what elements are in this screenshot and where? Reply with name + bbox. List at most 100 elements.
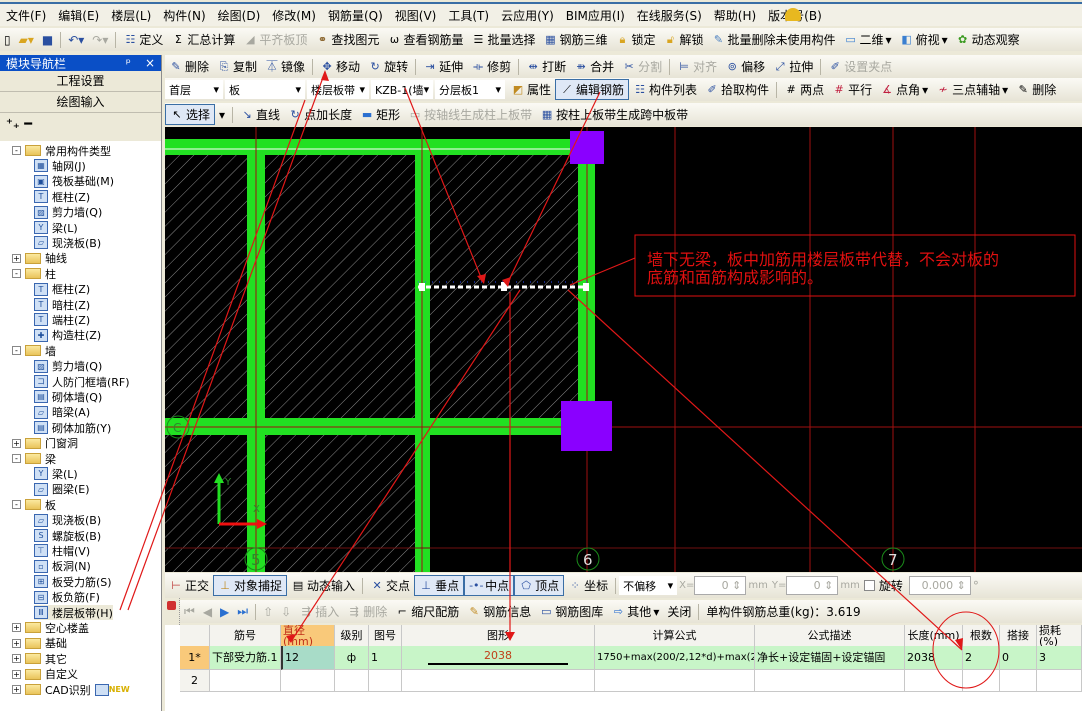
select-button[interactable]: ↖ 选择 — [165, 104, 216, 125]
expand-icon[interactable]: + — [12, 438, 21, 448]
gen-column-strip-button[interactable]: ▭ 按轴线生成柱上板带 — [404, 104, 536, 125]
tree-item[interactable]: ▣ 筏板基础(M) — [34, 174, 114, 189]
dynamic-input-toggle[interactable]: ▤ 动态输入 — [287, 575, 359, 596]
tree-item[interactable]: Y 梁(L) — [34, 220, 78, 235]
find-button[interactable]: ⚭ 查找图元 — [311, 29, 383, 50]
view-rebar-button[interactable]: ω 查看钢筋量 — [383, 29, 467, 50]
column-header[interactable] — [180, 625, 210, 647]
tree-item[interactable]: T 框柱(Z) — [34, 189, 90, 204]
table-cell[interactable]: 2 — [180, 670, 210, 692]
batch-select-button[interactable]: ☰ 批量选择 — [467, 29, 539, 50]
tree-item[interactable]: -板 — [12, 497, 56, 512]
column-header[interactable]: 筋号 — [210, 625, 281, 647]
table-cell[interactable]: 净长+设定锚固+设定锚固 — [755, 646, 905, 670]
flat-top-button[interactable]: ◢ 平齐板顶 — [239, 29, 311, 50]
line-button[interactable]: ↘ 直线 — [236, 104, 284, 125]
tree-item[interactable]: ▨ 剪力墙(Q) — [34, 359, 102, 374]
align-button[interactable]: ⊨ 对齐 — [673, 56, 721, 77]
dynamic-view-button[interactable]: ✿ 动态观察 — [952, 29, 1024, 50]
close-button[interactable]: 关闭 — [663, 601, 695, 622]
tree-item[interactable]: + 基础 — [12, 636, 67, 651]
tree-item[interactable]: ▱ 现浇板(B) — [34, 235, 101, 250]
expand-icon[interactable]: + — [12, 685, 21, 694]
tree-item[interactable]: S 螺旋板(B) — [34, 528, 101, 543]
tree-item[interactable]: コ人防门框墙(RF) — [34, 374, 130, 389]
rotate-button[interactable]: ↻ 旋转 — [364, 56, 412, 77]
collapse-icon[interactable]: - — [12, 500, 21, 510]
vertex-snap[interactable]: ⬠ 顶点 — [514, 575, 565, 596]
view-2d-dropdown[interactable]: ▭ 二维 ▾ — [840, 29, 896, 50]
component-select[interactable]: KZB-1(墙 ▾ — [371, 80, 433, 99]
delete-button[interactable]: ✎ 删除 — [165, 56, 213, 77]
helper-avatar-icon[interactable] — [785, 8, 801, 21]
tree-item[interactable]: ⊤ 柱帽(V) — [34, 543, 90, 558]
collapse-icon[interactable]: - — [12, 454, 21, 463]
menu-item[interactable]: 钢筋量(Q) — [322, 7, 389, 24]
undo-icon[interactable]: ↶▾ — [64, 29, 88, 50]
table-cell[interactable] — [595, 670, 755, 692]
layer-select[interactable]: 分层板1 ▾ — [435, 80, 505, 99]
menu-item[interactable]: 帮助(H) — [708, 7, 762, 24]
rebar-3d-button[interactable]: ▦ 钢筋三维 — [539, 29, 611, 50]
column-header[interactable]: 计算公式 — [595, 625, 755, 647]
table-cell[interactable] — [210, 670, 281, 692]
y-input[interactable]: 0 ⇕ — [786, 576, 839, 595]
menu-item[interactable]: 工具(T) — [442, 7, 495, 24]
tree-item[interactable]: ▦ 轴网(J) — [34, 158, 86, 173]
tree-item[interactable]: - 常用构件类型 — [12, 143, 111, 158]
table-cell[interactable]: 1 — [369, 646, 402, 670]
tree-item[interactable]: + 其它 — [12, 651, 67, 666]
component-list-button[interactable]: ☷ 构件列表 — [629, 79, 701, 100]
tree-item[interactable]: T 框柱(Z) — [34, 282, 90, 297]
expand-icon[interactable]: + — [12, 669, 21, 679]
three-point-axis-button[interactable]: ≁ 三点辅轴 ▾ — [932, 79, 1012, 100]
tree-item[interactable]: ⊟ 板负筋(F) — [34, 590, 100, 605]
rebar-info-button[interactable]: ✎ 钢筋信息 — [463, 601, 535, 622]
table-cell[interactable] — [755, 670, 905, 692]
new-file-icon[interactable]: ▯ — [0, 29, 15, 50]
lock-button[interactable]: 🔒︎ 锁定 — [611, 29, 659, 50]
column[interactable] — [561, 401, 612, 451]
expand-collapse-icons[interactable]: ⁺₊ ━ — [0, 113, 161, 141]
tree-item[interactable]: ▱ 现浇板(B) — [34, 513, 101, 528]
menu-item[interactable]: 文件(F) — [0, 7, 52, 24]
edit-rebar-button[interactable]: ⟋ 编辑钢筋 — [555, 79, 630, 100]
table-cell[interactable]: 2 — [963, 646, 1000, 670]
column-header[interactable]: 级别 — [335, 625, 369, 647]
angle-input[interactable]: 0.000 ⇕ — [908, 576, 971, 595]
column[interactable] — [570, 131, 604, 164]
menu-item[interactable]: BIM应用(I) — [560, 7, 631, 24]
midpoint-snap[interactable]: -•- 中点 — [464, 575, 515, 596]
table-cell[interactable]: 0 — [1000, 646, 1037, 670]
tree-item[interactable]: -梁 — [12, 451, 56, 466]
move-down-button[interactable]: ⇩ — [277, 601, 295, 622]
table-cell[interactable] — [369, 670, 402, 692]
table-cell[interactable]: 1750+max(200/2,12*d)+max(200/2,12*d) — [595, 646, 755, 670]
column-header[interactable]: 公式描述 — [755, 625, 905, 647]
open-folder-icon[interactable]: ▰▾ — [15, 29, 38, 50]
column-header[interactable]: 长度(mm) — [905, 625, 963, 647]
pin-icon[interactable]: ᵖ — [126, 56, 131, 70]
tree-item[interactable]: ▨ 剪力墙(Q) — [34, 205, 102, 220]
delete-axis-button[interactable]: ✎ 删除 — [1012, 79, 1060, 100]
extend-button[interactable]: ⇥ 延伸 — [419, 56, 467, 77]
column-header[interactable]: 损耗(%) — [1037, 625, 1082, 647]
property-button[interactable]: ◩ 属性 — [507, 79, 555, 100]
close-panel-icon[interactable] — [167, 601, 176, 610]
two-point-button[interactable]: # 两点 — [780, 79, 828, 100]
floor-select[interactable]: 首层 ▾ — [165, 80, 223, 99]
subtype-select[interactable]: 楼层板带 ▾ — [307, 80, 369, 99]
collapse-icon[interactable]: - — [12, 269, 21, 279]
object-snap-toggle[interactable]: ⊥ 对象捕捉 — [213, 575, 288, 596]
ortho-toggle[interactable]: ⊢ 正交 — [165, 575, 213, 596]
stretch-button[interactable]: ⤢ 拉伸 — [769, 56, 817, 77]
drawing-input-button[interactable]: 绘图输入 — [0, 92, 161, 113]
last-record-button[interactable]: ⏭ — [233, 601, 252, 622]
collapse-icon[interactable]: - — [12, 146, 21, 155]
table-cell[interactable] — [1000, 670, 1037, 692]
mirror-button[interactable]: ⏄ 镜像 — [261, 56, 309, 77]
copy-button[interactable]: ⎘ 复制 — [213, 56, 261, 77]
table-cell[interactable] — [905, 670, 963, 692]
menu-item[interactable]: 修改(M) — [266, 7, 322, 24]
expand-icon[interactable]: + — [12, 638, 21, 648]
